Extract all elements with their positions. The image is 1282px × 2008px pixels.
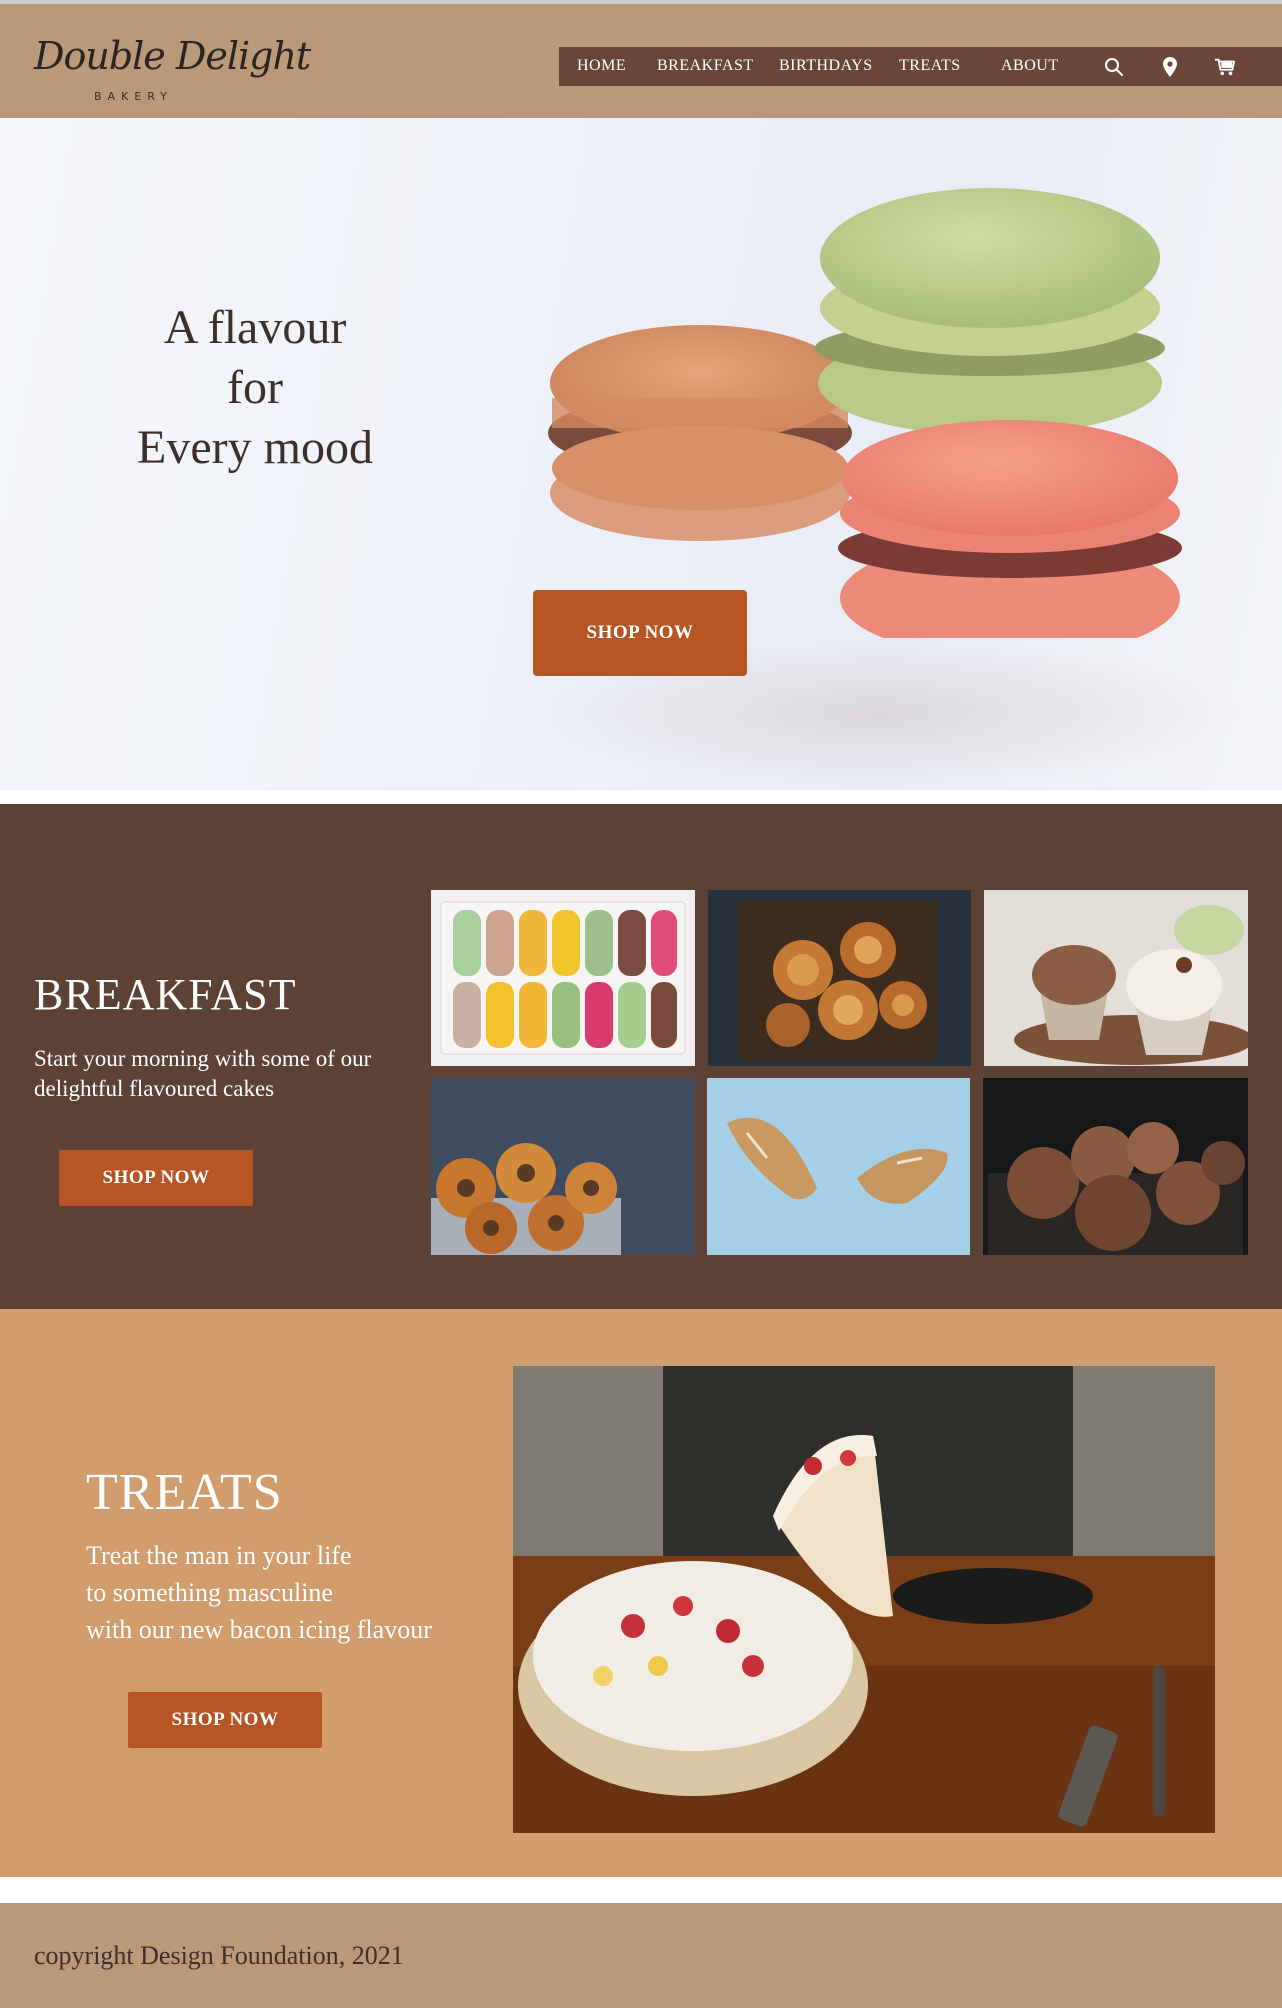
breakfast-section: BREAKFAST Start your morning with some o… bbox=[0, 804, 1282, 1309]
nav-item-about[interactable]: ABOUT bbox=[1001, 57, 1059, 75]
search-icon[interactable] bbox=[1103, 56, 1125, 78]
breakfast-shop-now-button[interactable]: SHOP NOW bbox=[59, 1150, 253, 1206]
treats-description-line2: to something masculine bbox=[86, 1578, 333, 1607]
hero-heading: A flavour for Every mood bbox=[90, 298, 420, 478]
brand-logo[interactable]: Double Delight BAKERY bbox=[34, 34, 311, 114]
macarons-image bbox=[548, 188, 1182, 638]
breakfast-title: BREAKFAST bbox=[34, 970, 297, 1019]
cinnamon-rolls-image[interactable] bbox=[708, 890, 971, 1066]
site-footer: copyright Design Foundation, 2021 bbox=[0, 1903, 1282, 2008]
brand-subtitle: BAKERY bbox=[94, 90, 173, 103]
treats-description-line3: with our new bacon icing flavour bbox=[86, 1615, 432, 1644]
nav-item-treats[interactable]: TREATS bbox=[899, 57, 961, 75]
treats-shop-now-button[interactable]: SHOP NOW bbox=[128, 1692, 322, 1748]
hero-section: A flavour for Every mood SHOP NOW bbox=[0, 118, 1282, 790]
treats-description: Treat the man in your life to something … bbox=[86, 1537, 506, 1648]
hero-shop-now-button[interactable]: SHOP NOW bbox=[533, 590, 747, 676]
nav-item-birthdays[interactable]: BIRTHDAYS bbox=[779, 57, 873, 75]
bundt-cakes-image[interactable] bbox=[431, 1078, 695, 1255]
nav-item-home[interactable]: HOME bbox=[577, 57, 626, 75]
nav-item-breakfast[interactable]: BREAKFAST bbox=[657, 57, 754, 75]
treats-section: TREATS Treat the man in your life to som… bbox=[0, 1309, 1282, 1877]
treats-title: TREATS bbox=[86, 1464, 283, 1521]
cart-icon[interactable] bbox=[1214, 56, 1236, 78]
treats-description-line1: Treat the man in your life bbox=[86, 1541, 352, 1570]
copyright-text: copyright Design Foundation, 2021 bbox=[34, 1941, 404, 1970]
macaron-box-image[interactable] bbox=[431, 890, 695, 1066]
location-pin-icon[interactable] bbox=[1159, 56, 1181, 78]
breakfast-description: Start your morning with some of our deli… bbox=[34, 1046, 372, 1101]
hero-heading-line1: A flavour bbox=[163, 301, 347, 354]
hero-heading-line2: for bbox=[227, 361, 283, 414]
layer-cake-image[interactable] bbox=[513, 1366, 1215, 1833]
baguette-image[interactable] bbox=[707, 1078, 970, 1255]
brand-name: Double Delight bbox=[34, 34, 311, 78]
hero-heading-line3: Every mood bbox=[137, 421, 373, 474]
main-nav: HOME BREAKFAST BIRTHDAYS TREATS ABOUT bbox=[559, 47, 1282, 86]
bread-loaves-image[interactable] bbox=[983, 1078, 1248, 1255]
site-header: Double Delight BAKERY HOME BREAKFAST BIR… bbox=[0, 4, 1282, 118]
cupcakes-image[interactable] bbox=[984, 890, 1248, 1066]
